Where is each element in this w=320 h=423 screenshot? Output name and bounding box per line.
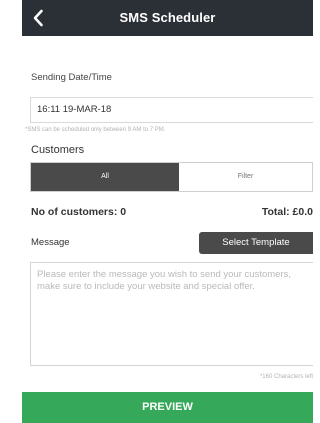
total-cost: Total: £0.0 <box>261 206 313 218</box>
sending-datetime-label: Sending Date/Time <box>31 72 112 83</box>
tab-all[interactable]: All <box>31 163 179 191</box>
app-header: SMS Scheduler <box>22 0 313 36</box>
customers-label: Customers <box>31 144 85 156</box>
preview-button[interactable]: PREVIEW <box>22 392 313 423</box>
character-counter: *160 Characters left <box>259 374 313 380</box>
customers-segmented-control: All Filter <box>30 162 313 192</box>
customer-count: No of customers: 0 <box>31 206 127 218</box>
page-title: SMS Scheduler <box>119 10 216 25</box>
schedule-hint: *SMS can be scheduled only between 9 AM … <box>25 127 166 133</box>
tab-filter[interactable]: Filter <box>179 163 312 191</box>
message-label: Message <box>31 237 70 248</box>
sending-datetime-field[interactable]: 16:11 19-MAR-18 <box>30 97 313 123</box>
select-template-button[interactable]: Select Template <box>199 232 313 254</box>
message-textarea[interactable]: Please enter the message you wish to sen… <box>30 262 313 366</box>
sms-scheduler-screen: SMS Scheduler Sending Date/Time 16:11 19… <box>0 0 313 423</box>
